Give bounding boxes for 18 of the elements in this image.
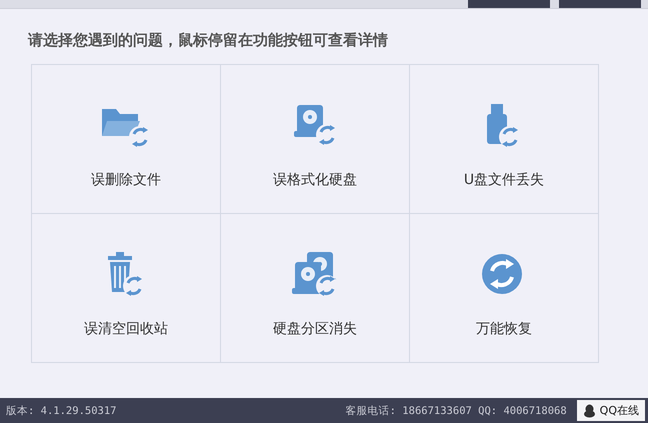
qq-online-button[interactable]: QQ在线 [576,400,645,421]
option-label: 万能恢复 [476,320,532,338]
recovery-option-tile[interactable]: 万能恢复 [410,214,599,363]
recovery-option-tile[interactable]: 误格式化硬盘 [221,65,410,214]
recovery-option-tile[interactable]: 硬盘分区消失 [221,214,410,363]
contact-text: 客服电话: 18667133607 QQ: 4006718068 [346,404,567,418]
version-text: 版本: 4.1.29.50317 [6,404,117,418]
recovery-option-tile[interactable]: 误删除文件 [32,65,221,214]
option-label: 误清空回收站 [84,320,168,338]
instruction-heading: 请选择您遇到的问题，鼠标停留在功能按钮可查看详情 [28,30,389,50]
toolbar-button[interactable] [468,0,550,8]
option-label: U盘文件丢失 [464,171,544,189]
toolbar-button[interactable] [559,0,641,8]
recovery-option-tile[interactable]: 误清空回收站 [32,214,221,363]
option-label: 硬盘分区消失 [273,320,357,338]
recovery-option-tile[interactable]: U盘文件丢失 [410,65,599,214]
option-label: 误删除文件 [91,171,161,189]
option-label: 误格式化硬盘 [273,171,357,189]
